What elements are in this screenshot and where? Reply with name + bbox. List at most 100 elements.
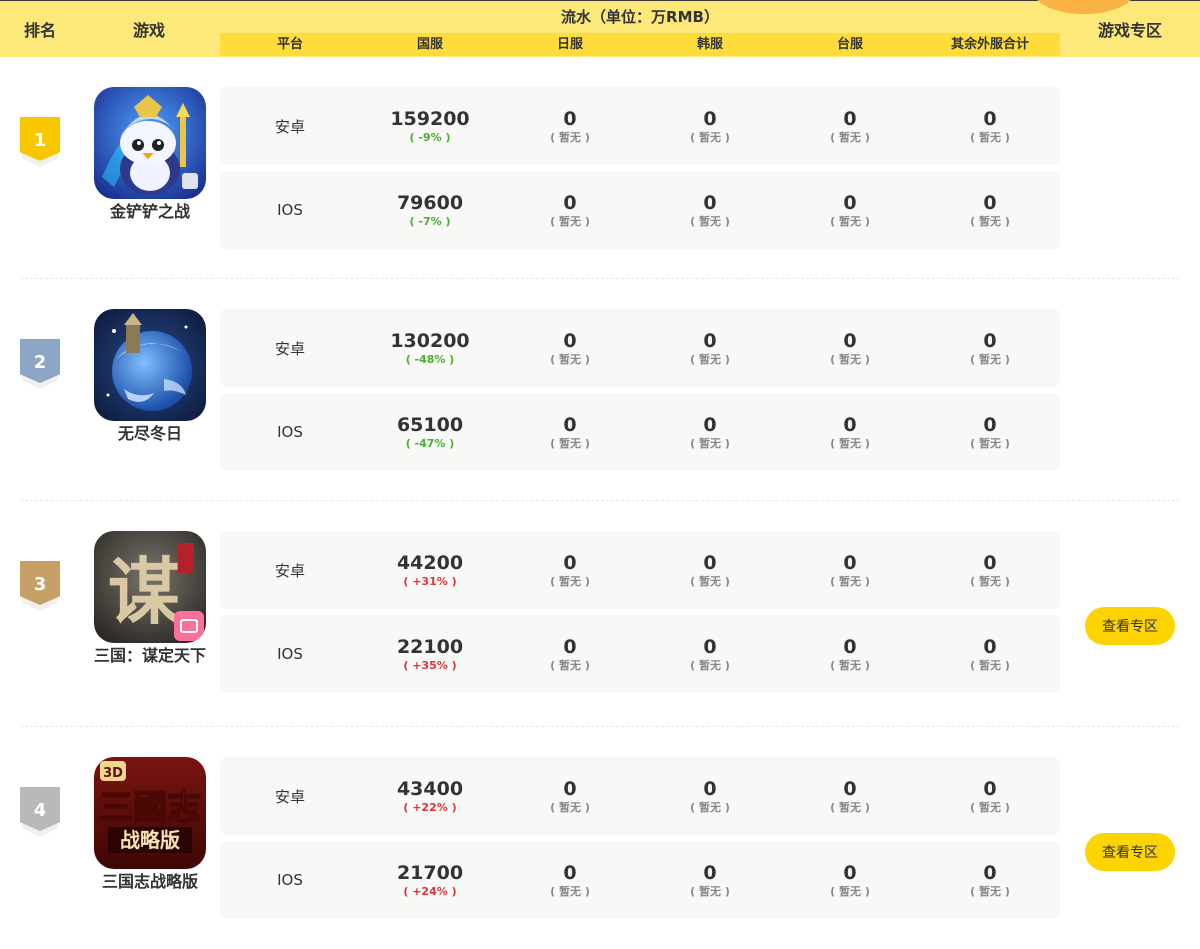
jp-server-cell: 0( 暂无 ) [500,841,640,919]
cn-server-cell: 130200( -48% ) [360,309,500,387]
no-data-label: ( 暂无 ) [550,214,590,228]
platform-label: 安卓 [274,787,305,806]
ranking-entry-2: 2 无尽冬日 安卓 130200( -48% ) 0(暂无) 0 (暂无 … [0,279,1200,501]
rank-header: 排名 [23,20,56,40]
revenue-value: 130200 [390,329,470,352]
cn-server-cell: 44200( +31% ) [360,531,500,609]
svg-text:谋: 谋 [108,549,180,634]
platform-cell: IOS [220,615,360,693]
rank-medal: 1 [20,117,60,167]
jp-server-cell: 0( 暂无 ) [500,171,640,249]
no-data-label: ( 暂无 ) [690,214,730,228]
revenue-value: 0 [703,635,717,658]
tw-server-cell: 0( 暂无 ) [780,757,920,835]
revenue-value: 0 [563,551,577,574]
no-data-label: ( 暂无 ) [690,800,730,814]
revenue-value: 0 [563,635,577,658]
revenue-value: 0 [983,777,997,800]
revenue-value: 0 [563,191,577,214]
frozen-planet-icon[interactable] [94,309,206,421]
revenue-value: 0 [983,635,997,658]
penguin-knight-icon[interactable] [94,87,206,199]
game-name[interactable]: 三国志战略版 [88,870,212,894]
no-data-label: ( 暂无 ) [830,884,870,898]
rank-medal: 4 [20,787,60,837]
no-data-label: ( 暂无 ) [550,436,590,450]
revenue-value: 0 [703,107,717,130]
cn-server-column-header: 国服 [416,37,443,52]
cn-server-cell: 159200( -9% ) [360,87,500,165]
revenue-value: 0 [703,551,717,574]
no-data-label: ( 暂无 ) [970,884,1010,898]
tw-server-cell: 0( 暂无 ) [780,531,920,609]
no-data-label: ( 暂无 ) [690,574,730,588]
table-row: IOS 22100( +35% ) 0( 暂无 ) 0( 暂无 ) 0( 暂无 … [220,615,1060,693]
game-name[interactable]: 金铲铲之战 [88,200,212,224]
no-data-label: ( 暂无 ) [550,574,590,588]
platform-cell: 安卓 [220,531,360,609]
change-percent: ( -47% ) [405,436,455,450]
no-data-label: ( 暂无 ) [970,130,1010,144]
table-row: 安卓 44200( +31% ) 0( 暂无 ) 0( 暂无 ) 0( 暂无 )… [220,531,1060,609]
revenue-value: 0 [703,861,717,884]
revenue-value: 0 [843,413,857,436]
revenue-value: 0 [563,107,577,130]
ranking-entry-3: 3 谋 三国：谋定天下 安卓 44200( +31% ) 0( 暂无 ) 0( … [0,501,1200,727]
platform-label: IOS [277,423,303,441]
kr-server-cell: 0( 暂无 ) [640,757,780,835]
table-row: IOS 65100( -47% ) 0( 暂无 ) 0( 暂无 ) 0( 暂无 … [220,393,1060,471]
jp-server-cell: 0( 暂无 ) [500,615,640,693]
change-percent: ( -48% ) [405,352,455,366]
platform-cell: IOS [220,171,360,249]
change-percent: ( +35% ) [403,658,457,672]
mou-calligraphy-icon[interactable]: 谋 [94,531,206,643]
table-row: IOS 79600( -7% ) 0( 暂无 ) 0( 暂无 ) 0( 暂无 )… [220,171,1060,249]
cn-server-cell: 21700( +24% ) [360,841,500,919]
jp-server-column-header: 日服 [556,37,583,52]
view-zone-button[interactable]: 查看专区 [1085,833,1175,871]
rank-number: 4 [33,800,47,821]
game-zone-header: 游戏专区 [1097,20,1162,40]
game-name[interactable]: 三国：谋定天下 [88,644,212,668]
revenue-value: 21700 [396,861,464,884]
no-data-label: ( 暂无 ) [830,130,870,144]
kr-server-cell: 0( 暂无 ) [640,87,780,165]
revenue-value: 22100 [396,635,464,658]
revenue-value: 0 [983,413,997,436]
no-data-label: ( 暂无 ) [550,800,590,814]
revenue-value: 0 [983,191,997,214]
revenue-value: 0 [563,861,577,884]
other-servers-cell: 0( 暂无 ) [920,615,1060,693]
sanguozhi-logo-icon[interactable]: 3D 三國志 战略版 [94,757,206,869]
view-zone-button[interactable]: 查看专区 [1085,607,1175,645]
revenue-value: 159200 [390,107,470,130]
revenue-value: 0 [843,777,857,800]
revenue-value: 0 [983,329,997,352]
tw-server-cell: 0( 暂无 ) [780,393,920,471]
game-name[interactable]: 无尽冬日 [88,422,212,446]
platform-cell: 安卓 [220,87,360,165]
no-data-label: ( 暂无 ) [550,130,590,144]
revenue-value: 0 [563,413,577,436]
table-header: 排名 游戏 流水（单位：万RMB） 平台 国服 日服 韩服 台服 其余外服合计 … [0,0,1200,57]
change-percent: ( +31% ) [403,574,457,588]
rank-medal: 2 [20,339,60,389]
revenue-value: 79600 [396,191,464,214]
revenue-value: 0 [843,551,857,574]
no-data-label: ( 暂无 ) [690,884,730,898]
rank-number: 3 [33,574,47,595]
revenue-subheader: 平台 国服 日服 韩服 台服 其余外服合计 [220,33,1060,56]
platform-cell: IOS [220,393,360,471]
platform-cell: IOS [220,841,360,919]
svg-text:三國志: 三國志 [99,788,201,828]
revenue-value: 0 [983,107,997,130]
no-data-label: ( 暂无 ) [970,436,1010,450]
ranking-entry-4: 4 3D 三國志 战略版 三国志战略版 安卓 43400( +22% ) 0( … [0,727,1200,949]
platform-label: 安卓 [274,117,305,136]
other-servers-cell: 0( 暂无 ) [920,171,1060,249]
no-data-label: ( 暂无 ) [830,352,870,366]
change-percent: ( +24% ) [403,884,457,898]
change-percent: ( -7% ) [409,214,451,228]
tw-server-cell: 0( 暂无 ) [780,841,920,919]
revenue-value: 0 [843,861,857,884]
